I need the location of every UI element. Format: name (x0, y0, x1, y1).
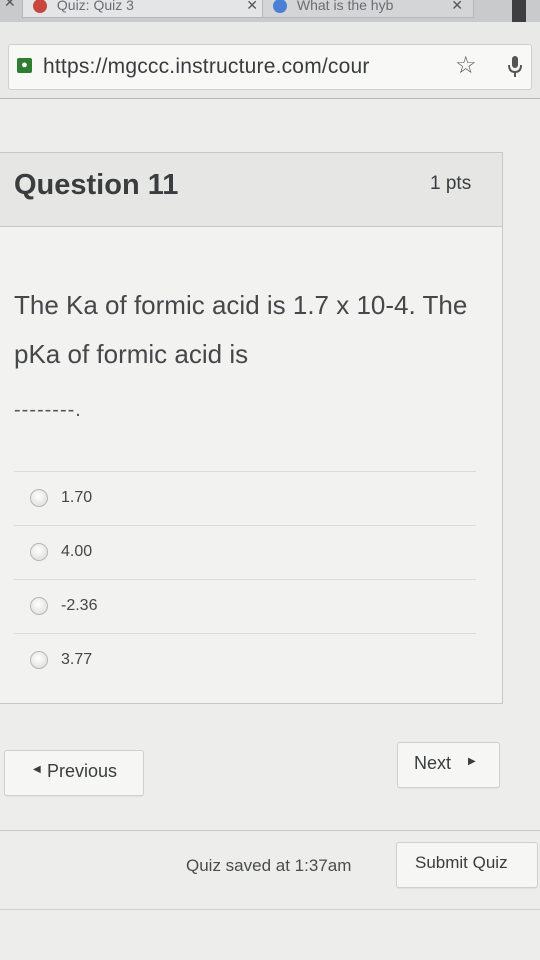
submit-label: Submit Quiz (415, 853, 508, 872)
address-bar[interactable]: ● https://mgccc.instructure.com/cour ☆ (8, 44, 532, 90)
microphone-icon[interactable] (507, 55, 523, 84)
tab-strip: ✕ Quiz: Quiz 3 ✕ What is the hyb ✕ (0, 0, 540, 22)
answer-option[interactable]: 3.77 (14, 633, 476, 687)
previous-button[interactable]: ◀ Previous (4, 750, 144, 796)
lock-icon: ● (17, 58, 32, 73)
browser-toolbar: ● https://mgccc.instructure.com/cour ☆ (0, 22, 540, 99)
submit-quiz-button[interactable]: Submit Quiz (396, 842, 538, 888)
next-label: Next (414, 753, 452, 773)
question-header: Question 11 1 pts (0, 153, 502, 227)
answer-label[interactable]: 1.70 (61, 489, 92, 507)
question-title: Question 11 (14, 169, 179, 201)
answer-label[interactable]: 4.00 (61, 543, 92, 561)
tab-quiz[interactable]: Quiz: Quiz 3 ✕ (22, 0, 269, 18)
canvas-favicon-icon (33, 0, 47, 14)
question-points: 1 pts (430, 173, 472, 194)
answer-list: 1.70 4.00 -2.36 3.77 (14, 471, 476, 687)
tab-search[interactable]: What is the hyb ✕ (262, 0, 474, 18)
answer-option[interactable]: 1.70 (14, 471, 476, 525)
radio-button[interactable] (30, 489, 48, 507)
question-card: Question 11 1 pts The Ka of formic acid … (0, 152, 503, 704)
quiz-page: Question 11 1 pts The Ka of formic acid … (0, 99, 540, 960)
close-icon[interactable]: ✕ (4, 0, 16, 11)
divider (0, 909, 540, 910)
answer-option[interactable]: 4.00 (14, 525, 476, 579)
radio-button[interactable] (30, 597, 48, 615)
quiz-saved-status: Quiz saved at 1:37am (186, 856, 352, 875)
google-favicon-icon (273, 0, 287, 14)
caret-right-icon: ▶ (468, 756, 476, 767)
tab-title: What is the hyb (296, 0, 394, 13)
next-button[interactable]: Next ▶ (397, 742, 500, 788)
previous-label: Previous (47, 761, 118, 781)
answer-label[interactable]: -2.36 (61, 597, 97, 615)
answer-option[interactable]: -2.36 (14, 579, 476, 633)
url-text[interactable]: https://mgccc.instructure.com/cour (43, 55, 370, 79)
question-text: The Ka of formic acid is 1.7 x 10-4. The… (14, 290, 468, 369)
tab-strip-edge (512, 0, 526, 22)
answer-blank: --------. (14, 399, 82, 421)
close-tab-icon[interactable]: ✕ (246, 0, 258, 17)
radio-button[interactable] (30, 543, 48, 561)
divider (0, 830, 540, 831)
tab-title: Quiz: Quiz 3 (56, 0, 134, 13)
bookmark-star-icon[interactable]: ☆ (455, 51, 477, 80)
radio-button[interactable] (30, 651, 48, 669)
answer-label[interactable]: 3.77 (61, 651, 92, 669)
close-tab-icon[interactable]: ✕ (451, 0, 463, 17)
caret-left-icon: ◀ (33, 764, 41, 775)
